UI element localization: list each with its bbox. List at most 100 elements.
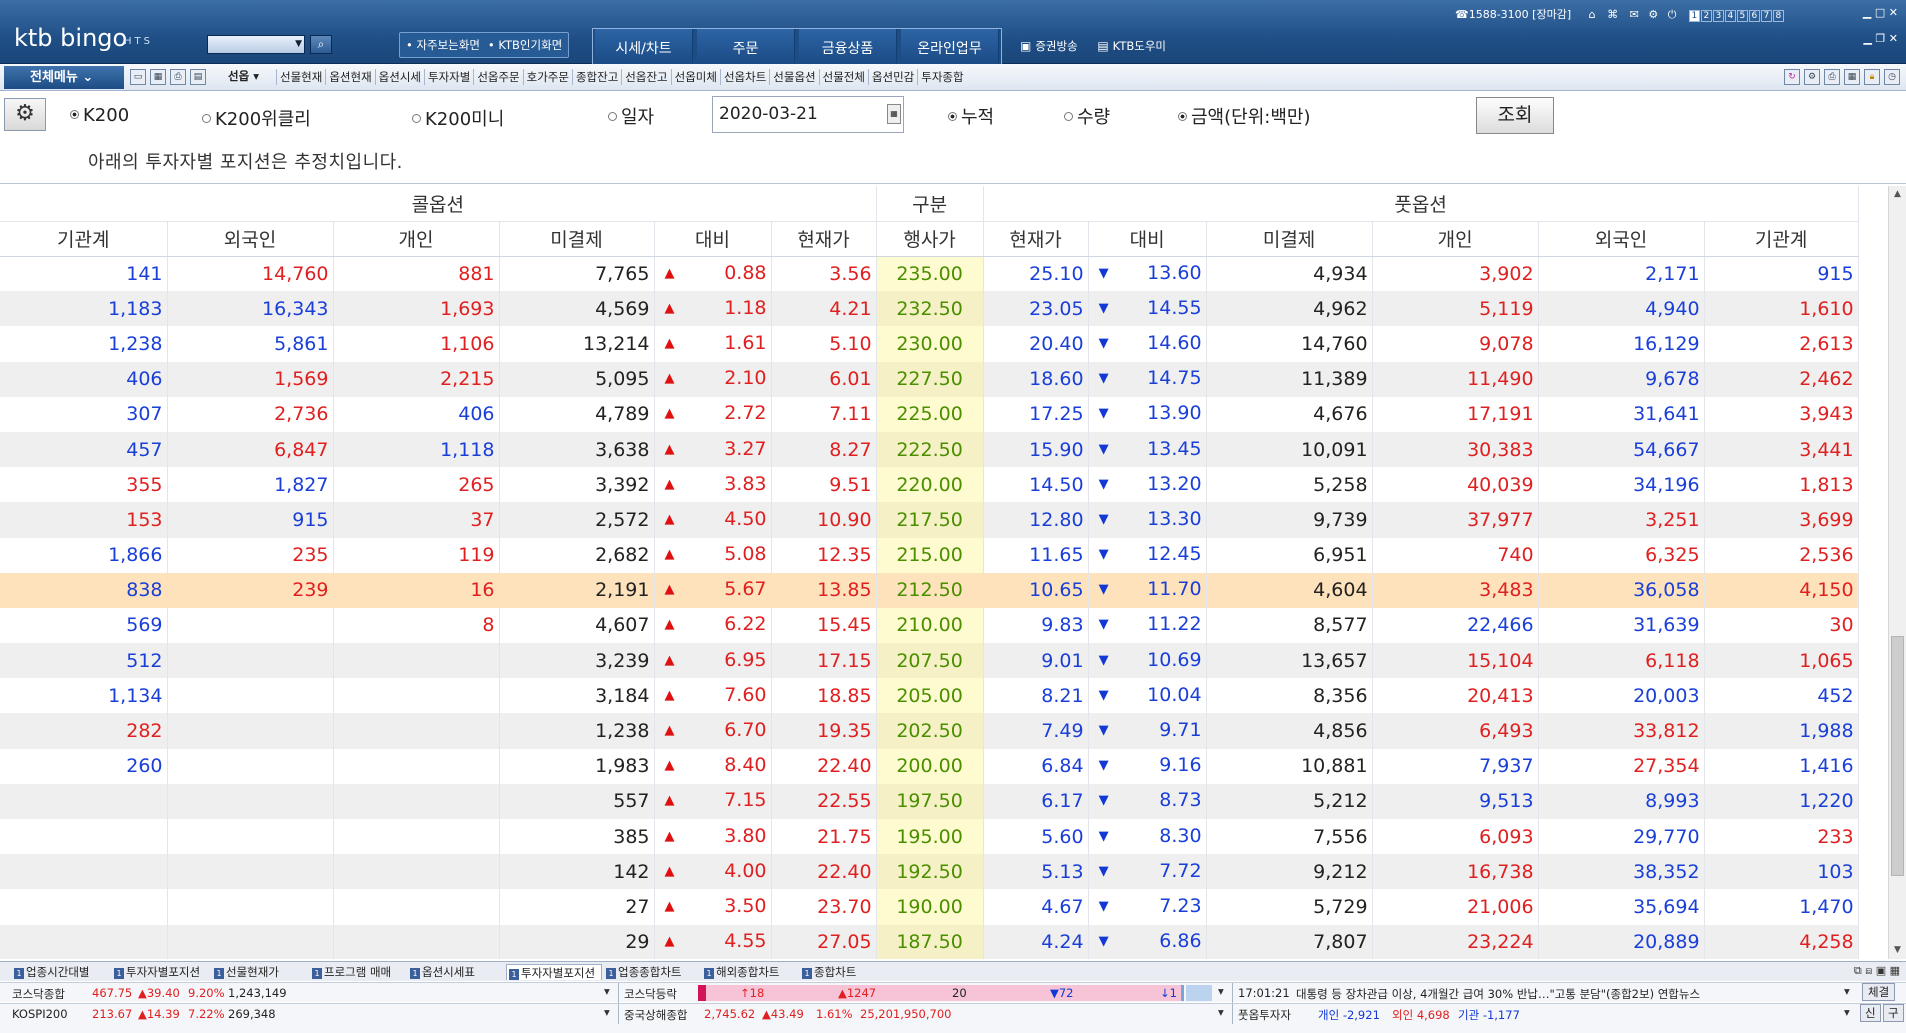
window-icon[interactable]: ▣ [1876,964,1886,977]
scroll-down-icon[interactable]: ▼ [1889,942,1906,959]
table-row[interactable]: 29 ▲ 4.55 27.05 187.50 4.24 ▼ 6.86 7,807 23,224 20… [0,924,1859,959]
restore-icon[interactable]: ❐ [1875,32,1885,45]
power-icon[interactable]: ⏻ [1668,8,1677,21]
dropdown-icon[interactable]: ▾ [1218,984,1224,998]
quick-popular-link[interactable]: • KTB인기화면 [488,38,562,52]
calendar-icon[interactable]: ▦ [887,104,901,124]
all-menu-button[interactable]: 전체메뉴 ⌄ [4,66,124,89]
task-tab[interactable]: 1 투자자별포지션 [112,964,210,980]
date-field[interactable]: 2020-03-21 ▦ [712,96,904,133]
screen-number-4[interactable]: 4 [1724,10,1736,22]
quick-link[interactable]: 선옵차트 [719,69,769,85]
code-combo[interactable]: ▼ [207,35,305,54]
close-icon[interactable]: ✕ [1889,32,1898,45]
news-headline[interactable]: 대통령 등 장차관급 이상, 4개월간 급여 30% 반납…"고통 분담"(종합… [1296,986,1846,1002]
settings-icon[interactable]: ⚙ [1804,69,1820,85]
dropdown-icon[interactable]: ▾ [1218,1005,1224,1019]
quick-link[interactable]: 투자종합 [917,69,966,85]
table-row[interactable]: 512 3,239 ▲ 6.95 17.15 207.50 9.01 ▼ 10.69 13,657… [0,643,1859,679]
grid-icon[interactable]: ▤ [190,69,206,85]
table-row[interactable]: 142 ▲ 4.00 22.40 192.50 5.13 ▼ 7.72 9,212 16,738 3… [0,854,1859,890]
quick-favorite-link[interactable]: • 자주보는화면 [406,38,480,52]
table-row[interactable]: 282 1,238 ▲ 6.70 19.35 202.50 7.49 ▼ 9.71 4,856 6,… [0,713,1859,749]
settlement-button[interactable]: 체결 [1862,983,1896,1001]
home-icon[interactable]: ⌂ [1589,8,1596,21]
close-icon[interactable]: ✕ [1889,6,1898,19]
minimize-icon[interactable]: ▁ [1863,32,1871,45]
table-row[interactable]: 355 1,827 265 3,392 ▲ 3.83 9.51 220.00 14.50 ▼ 13.… [0,467,1859,503]
clock-icon[interactable]: ◷ [1884,69,1900,85]
lock-icon[interactable]: 🔒︎ [1864,69,1880,85]
settings-button[interactable]: ⚙ [4,98,46,131]
table-row[interactable]: 385 ▲ 3.80 21.75 195.00 5.60 ▼ 8.30 7,556 6,093 29… [0,819,1859,855]
print-icon[interactable]: ⎙ [170,69,186,85]
quick-link[interactable]: 옵션민감 [867,69,917,85]
quick-link[interactable]: 선물현재 [276,69,325,85]
tab-financial-products[interactable]: 금융상품 [799,29,897,63]
dropdown-icon[interactable]: ▾ [604,1005,610,1019]
calculator-icon[interactable]: ▦ [1844,69,1860,85]
screen-number-8[interactable]: 8 [1772,10,1784,22]
task-tab[interactable]: 1 종합차트 [800,964,896,980]
quick-link[interactable]: 선물옵션 [769,69,818,85]
mail-icon[interactable]: ✉ [1630,8,1639,21]
vertical-scrollbar[interactable]: ▲ ▼ [1888,186,1906,959]
screen-number-3[interactable]: 3 [1712,10,1724,22]
radio-k200-weekly[interactable]: K200위클리 [202,105,311,131]
grid-icon[interactable]: ▦ [1890,964,1900,977]
broadcast-link[interactable]: ▣ 증권방송 [1020,39,1078,53]
quick-link[interactable]: 선옵주문 [473,69,522,85]
table-row[interactable]: 1,866 235 119 2,682 ▲ 5.08 12.35 215.00 11.65 ▼ 12… [0,537,1859,573]
quick-link[interactable]: 종합잔고 [571,69,621,85]
quick-link[interactable]: 투자자별 [423,69,473,85]
table-row[interactable]: 557 ▲ 7.15 22.55 197.50 6.17 ▼ 8.73 5,212 9,513 8,… [0,783,1859,819]
tab-online-services[interactable]: 온라인업무 [901,29,999,63]
table-row[interactable]: 838 239 16 2,191 ▲ 5.67 13.85 212.50 10.65 ▼ 11.70… [0,572,1859,608]
window-icon[interactable]: ▭ [130,69,146,85]
table-row[interactable]: 406 1,569 2,215 5,095 ▲ 2.10 6.01 227.50 18.60 ▼ 1… [0,361,1859,397]
table-row[interactable]: 27 ▲ 3.50 23.70 190.00 4.67 ▼ 7.23 5,729 21,006 35… [0,889,1859,925]
helper-link[interactable]: ▤ KTB도우미 [1097,39,1166,53]
maximize-icon[interactable]: □ [1875,6,1885,19]
task-tab-active[interactable]: 1 투자자별포지션 [506,964,602,980]
radio-amount[interactable]: 금액(단위:백만) [1178,103,1310,129]
task-tab[interactable]: 1 옵션시세표 [408,964,504,980]
tile-icon[interactable]: ⧉ [1854,964,1862,977]
table-row[interactable]: 141 14,760 881 7,765 ▲ 0.88 3.56 235.00 25.10 ▼ 13… [0,256,1859,292]
dropdown-icon[interactable]: ▾ [604,984,610,998]
table-row[interactable]: 153 915 37 2,572 ▲ 4.50 10.90 217.50 12.80 ▼ 13.30… [0,502,1859,538]
screen-number-6[interactable]: 6 [1748,10,1760,22]
query-button[interactable]: 조회 [1476,97,1554,134]
screen-group-select[interactable]: 선옵 ▾ [228,68,259,84]
table-row[interactable]: 307 2,736 406 4,789 ▲ 2.72 7.11 225.00 17.25 ▼ 13.… [0,396,1859,432]
task-tab[interactable]: 1 해외종합차트 [702,964,798,980]
quick-link[interactable]: 옵션현재 [325,69,374,85]
scroll-thumb[interactable] [1891,636,1904,876]
quick-link[interactable]: 선물전체 [818,69,868,85]
scroll-up-icon[interactable]: ▲ [1889,186,1906,203]
quick-link[interactable]: 호가주문 [522,69,572,85]
new-button[interactable]: 신 [1860,1004,1881,1022]
settings-icon[interactable]: ⚙ [1648,8,1658,21]
table-row[interactable]: 1,238 5,861 1,106 13,214 ▲ 1.61 5.10 230.00 20.4… [0,326,1859,362]
task-tab[interactable]: 1 선물현재가 [212,964,308,980]
old-button[interactable]: 구 [1883,1004,1904,1022]
dropdown-icon[interactable]: ▾ [1844,1005,1850,1019]
tab-quotes-chart[interactable]: 시세/차트 [595,29,693,63]
refresh-icon[interactable]: ↻ [1784,69,1800,85]
task-tab[interactable]: 1 업종종합차트 [604,964,700,980]
table-row[interactable]: 1,134 3,184 ▲ 7.60 18.85 205.00 8.21 ▼ 10.04 8,35… [0,678,1859,714]
table-row[interactable]: 457 6,847 1,118 3,638 ▲ 3.27 8.27 222.50 15.90 ▼ 1… [0,431,1859,468]
cascade-icon[interactable]: ⧈ [1865,964,1872,977]
quick-link[interactable]: 옵션시세 [374,69,424,85]
radio-k200[interactable]: K200 [70,105,129,126]
radio-quantity[interactable]: 수량 [1064,103,1110,129]
radio-cumulative[interactable]: 누적 [948,103,994,129]
radio-k200-mini[interactable]: K200미니 [412,105,504,131]
tab-order[interactable]: 주문 [697,29,795,63]
dropdown-icon[interactable]: ▾ [1844,984,1850,998]
radio-date[interactable]: 일자 [608,103,654,129]
search-button[interactable]: ⌕ [310,35,332,54]
print-icon[interactable]: ⎙ [1824,69,1840,85]
task-tab[interactable]: 1 업종시간대별 [12,964,110,980]
